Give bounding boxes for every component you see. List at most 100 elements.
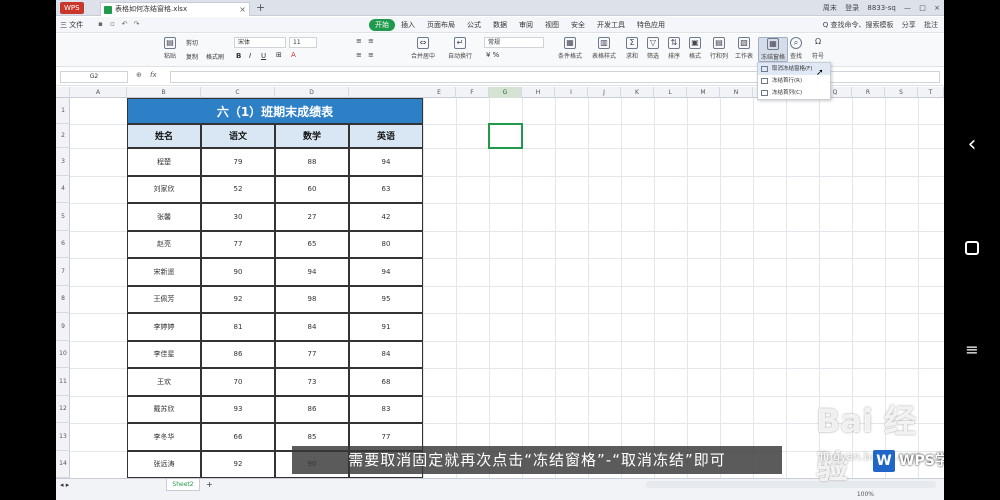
- row-header[interactable]: 11: [56, 368, 70, 396]
- row-header[interactable]: 13: [56, 423, 70, 451]
- student-name-cell[interactable]: 李婷婷: [127, 313, 201, 341]
- column-header[interactable]: H: [522, 87, 555, 98]
- student-name-cell[interactable]: 王欢: [127, 368, 201, 396]
- tab-data[interactable]: 数据: [487, 19, 513, 31]
- score-cell[interactable]: 94: [349, 258, 423, 286]
- minimize-icon[interactable]: —: [904, 4, 911, 12]
- undo-icon[interactable]: ↶: [120, 20, 129, 29]
- score-cell[interactable]: 95: [349, 285, 423, 313]
- add-sheet-icon[interactable]: +: [206, 480, 213, 489]
- score-cell[interactable]: 93: [201, 395, 275, 423]
- score-cell[interactable]: 52: [201, 175, 275, 203]
- column-header[interactable]: C: [201, 87, 275, 98]
- score-cell[interactable]: 81: [201, 313, 275, 341]
- student-name-cell[interactable]: 李冬华: [127, 423, 201, 451]
- score-cell[interactable]: 84: [349, 340, 423, 368]
- column-header[interactable]: F: [456, 87, 489, 98]
- column-header-selected[interactable]: G: [489, 87, 522, 98]
- row-header[interactable]: 1: [56, 98, 70, 124]
- save-icon[interactable]: ▪: [96, 20, 105, 29]
- column-header[interactable]: T: [918, 87, 944, 98]
- column-header[interactable]: B: [127, 87, 201, 98]
- column-header[interactable]: J: [588, 87, 621, 98]
- align-center-icon[interactable]: ≡: [368, 51, 374, 59]
- tab-page-layout[interactable]: 页面布局: [421, 19, 461, 31]
- redo-icon[interactable]: ↷: [132, 20, 141, 29]
- header-math-cell[interactable]: 数学: [275, 124, 349, 148]
- column-header[interactable]: D: [275, 87, 349, 98]
- fx-icon[interactable]: fx: [150, 71, 157, 79]
- column-header[interactable]: S: [885, 87, 918, 98]
- home-icon[interactable]: [944, 240, 1000, 259]
- table-title-cell[interactable]: 六（1）班期末成绩表: [127, 98, 423, 124]
- title-right-item[interactable]: 登录: [845, 4, 859, 12]
- score-cell[interactable]: 91: [349, 313, 423, 341]
- column-header[interactable]: L: [654, 87, 687, 98]
- score-cell[interactable]: 68: [349, 368, 423, 396]
- column-header[interactable]: E: [423, 87, 456, 98]
- maximize-icon[interactable]: □: [919, 4, 926, 12]
- student-name-cell[interactable]: 宋新遥: [127, 258, 201, 286]
- number-format-select[interactable]: 常规: [484, 37, 544, 48]
- row-col-button[interactable]: ▤ 行和列: [710, 37, 728, 60]
- tab-view[interactable]: 视图: [539, 19, 565, 31]
- row-header[interactable]: 6: [56, 231, 70, 258]
- score-cell[interactable]: 94: [275, 258, 349, 286]
- font-name-select[interactable]: 宋体: [234, 37, 286, 48]
- row-header[interactable]: 5: [56, 203, 70, 231]
- score-cell[interactable]: 86: [201, 340, 275, 368]
- sort-button[interactable]: ⇅ 排序: [668, 37, 680, 60]
- find-button[interactable]: ⌕ 查找: [790, 37, 802, 60]
- table-style-button[interactable]: ▥ 表格样式: [592, 37, 616, 60]
- back-icon[interactable]: ‹: [944, 132, 1000, 157]
- zoom-formula-icon[interactable]: ⊕: [136, 71, 142, 79]
- select-all-corner[interactable]: [56, 87, 70, 98]
- score-cell[interactable]: 77: [201, 230, 275, 258]
- score-cell[interactable]: 63: [349, 175, 423, 203]
- score-cell[interactable]: 84: [275, 313, 349, 341]
- row-header[interactable]: 8: [56, 286, 70, 313]
- menu-icon[interactable]: ≡: [944, 340, 1000, 359]
- score-cell[interactable]: 94: [349, 148, 423, 176]
- student-name-cell[interactable]: 戴苏欣: [127, 395, 201, 423]
- sheet-nav-icon[interactable]: ◂ ▸: [60, 481, 69, 489]
- copy-button[interactable]: 复制: [186, 52, 198, 61]
- student-name-cell[interactable]: 张远涛: [127, 450, 201, 478]
- search-command-field[interactable]: Q 查找命令、搜索模板: [823, 21, 894, 29]
- freeze-first-column-item[interactable]: 冻结首列(C): [758, 87, 830, 99]
- row-header[interactable]: 2: [56, 124, 70, 148]
- tab-security[interactable]: 安全: [565, 19, 591, 31]
- score-cell[interactable]: 77: [275, 340, 349, 368]
- row-header[interactable]: 14: [56, 451, 70, 478]
- score-cell[interactable]: 60: [275, 175, 349, 203]
- tab-home[interactable]: 开始: [369, 19, 395, 31]
- column-header[interactable]: K: [621, 87, 654, 98]
- format-button[interactable]: ▣ 格式: [689, 37, 701, 60]
- underline-button[interactable]: U: [261, 52, 266, 60]
- score-cell[interactable]: 83: [349, 395, 423, 423]
- tab-special[interactable]: 特色应用: [631, 19, 671, 31]
- row-header[interactable]: 12: [56, 396, 70, 423]
- row-header[interactable]: 4: [56, 176, 70, 203]
- row-header[interactable]: 10: [56, 341, 70, 368]
- student-name-cell[interactable]: 刘家欣: [127, 175, 201, 203]
- score-cell[interactable]: 90: [201, 258, 275, 286]
- font-color-icon[interactable]: A: [291, 51, 296, 59]
- active-cell-selection[interactable]: [488, 123, 523, 149]
- merge-center-button[interactable]: ⇔ 合并居中: [411, 37, 435, 60]
- name-box[interactable]: G2: [60, 71, 128, 83]
- italic-button[interactable]: I: [249, 52, 251, 60]
- score-cell[interactable]: 92: [201, 450, 275, 478]
- score-cell[interactable]: 42: [349, 203, 423, 231]
- header-name-cell[interactable]: 姓名: [127, 124, 201, 148]
- tab-review[interactable]: 审阅: [513, 19, 539, 31]
- student-name-cell[interactable]: 程楚: [127, 148, 201, 176]
- border-icon[interactable]: ⊞: [276, 51, 282, 59]
- score-cell[interactable]: 80: [349, 230, 423, 258]
- header-english-cell[interactable]: 英语: [349, 124, 423, 148]
- cut-button[interactable]: 剪切: [186, 38, 198, 47]
- score-cell[interactable]: 70: [201, 368, 275, 396]
- close-window-icon[interactable]: ×: [934, 4, 940, 12]
- student-name-cell[interactable]: 赵亮: [127, 230, 201, 258]
- title-right-item[interactable]: 周末: [823, 4, 837, 12]
